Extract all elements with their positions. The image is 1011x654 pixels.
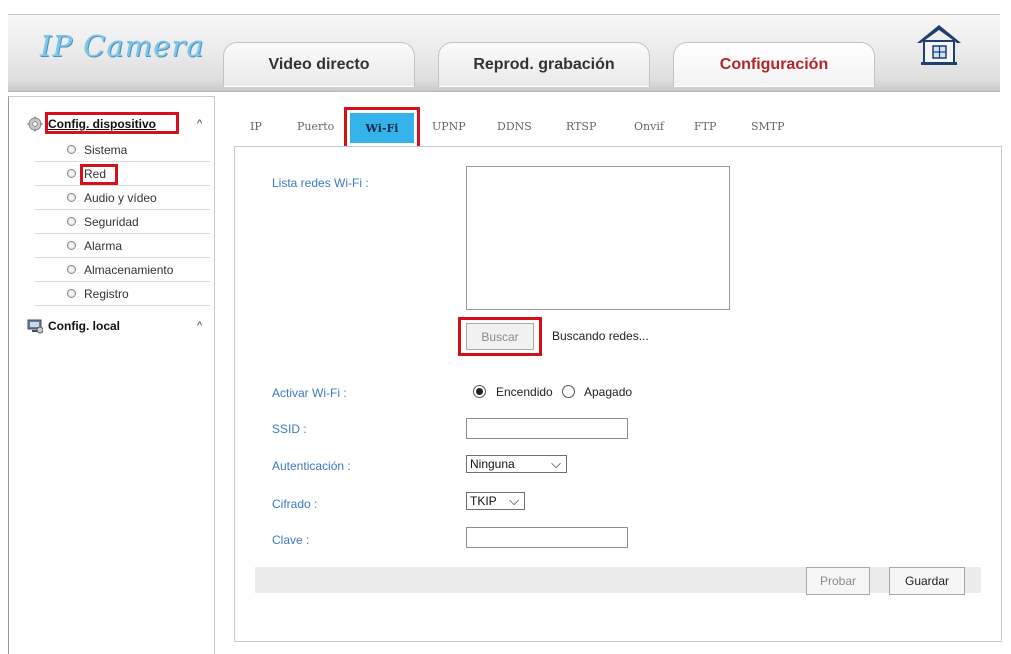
- cipher-select[interactable]: TKIP ⌵: [466, 492, 525, 510]
- wifi-network-list[interactable]: [466, 166, 730, 310]
- highlight-box-wifi: [344, 107, 420, 149]
- bullet-icon: [67, 145, 76, 154]
- subtab-ddns[interactable]: DDNS: [497, 120, 532, 133]
- app-header: IP Camera Video directo Reprod. grabació…: [8, 14, 1000, 92]
- cipher-label: Cifrado :: [272, 497, 318, 511]
- chevron-up-icon[interactable]: ^: [197, 320, 202, 332]
- sidebar-item-label: Sistema: [84, 142, 128, 157]
- bullet-icon: [67, 289, 76, 298]
- sidebar-group-local-label: Config. local: [48, 319, 120, 333]
- sidebar-item-log[interactable]: Registro: [35, 282, 210, 306]
- sidebar-item-network[interactable]: Red: [35, 162, 210, 186]
- sidebar-item-label: Seguridad: [84, 214, 139, 229]
- search-status: Buscando redes...: [552, 329, 649, 343]
- auth-label: Autenticación :: [272, 459, 351, 473]
- subtab-upnp[interactable]: UPNP: [432, 120, 466, 133]
- subtab-ip[interactable]: IP: [250, 120, 262, 133]
- sidebar-item-alarm[interactable]: Alarma: [35, 234, 210, 258]
- sidebar-item-label: Alarma: [84, 238, 123, 253]
- subtab-rtsp[interactable]: RTSP: [566, 120, 596, 133]
- subtab-port[interactable]: Puerto: [297, 120, 334, 133]
- key-label: Clave :: [272, 533, 310, 547]
- wifi-list-label: Lista redes Wi-Fi :: [272, 176, 369, 190]
- radio-on[interactable]: [473, 385, 486, 398]
- chevron-up-icon[interactable]: ^: [197, 118, 202, 130]
- bullet-icon: [67, 193, 76, 202]
- radio-off-label: Apagado: [584, 385, 633, 399]
- bullet-icon: [67, 241, 76, 250]
- cipher-select-value: TKIP: [470, 494, 497, 508]
- form-footer-bar: [255, 567, 981, 593]
- top-strip: [0, 0, 1011, 14]
- test-button[interactable]: Probar: [806, 567, 870, 595]
- save-button[interactable]: Guardar: [889, 567, 965, 595]
- bullet-icon: [67, 265, 76, 274]
- key-input[interactable]: [466, 527, 628, 548]
- chevron-down-icon: ⌵: [509, 493, 519, 508]
- sidebar-item-label: Registro: [84, 286, 129, 301]
- ssid-label: SSID :: [272, 422, 307, 436]
- sidebar-item-storage[interactable]: Almacenamiento: [35, 258, 210, 282]
- gear-icon: [27, 116, 43, 132]
- sidebar-item-system[interactable]: Sistema: [35, 138, 210, 162]
- logo: IP Camera: [40, 29, 205, 63]
- tab-configuration[interactable]: Configuración: [673, 42, 875, 87]
- highlight-box-search: [458, 317, 542, 356]
- home-icon[interactable]: [913, 21, 965, 67]
- subtab-onvif[interactable]: Onvif: [634, 120, 664, 133]
- chevron-down-icon: ⌵: [551, 456, 561, 471]
- monitor-icon: [27, 319, 43, 334]
- sidebar-item-label: Audio y vídeo: [84, 190, 157, 205]
- radio-off[interactable]: [562, 385, 575, 398]
- ssid-input[interactable]: [466, 418, 628, 439]
- auth-select[interactable]: Ninguna ⌵: [466, 455, 567, 473]
- enable-wifi-label: Activar Wi-Fi :: [272, 386, 347, 400]
- sidebar-group-local[interactable]: Config. local ^: [9, 315, 214, 337]
- subtab-smtp[interactable]: SMTP: [751, 120, 785, 133]
- bullet-icon: [67, 217, 76, 226]
- highlight-box-device: [45, 112, 179, 134]
- sidebar-item-audio-video[interactable]: Audio y vídeo: [35, 186, 210, 210]
- tab-live-video[interactable]: Video directo: [223, 42, 415, 87]
- tab-playback[interactable]: Reprod. grabación: [438, 42, 650, 87]
- sidebar: Config. dispositivo ^ Sistema Red Audio …: [8, 96, 215, 654]
- auth-select-value: Ninguna: [470, 457, 515, 471]
- subtab-ftp[interactable]: FTP: [694, 120, 716, 133]
- radio-on-label: Encendido: [496, 385, 553, 399]
- sidebar-item-label: Almacenamiento: [84, 262, 174, 277]
- highlight-box-network: [80, 164, 118, 185]
- sidebar-item-security[interactable]: Seguridad: [35, 210, 210, 234]
- bullet-icon: [67, 169, 76, 178]
